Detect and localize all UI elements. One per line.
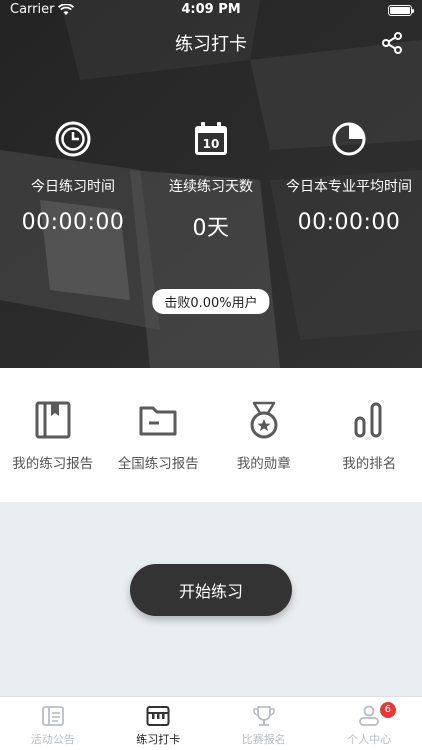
hero-banner: Carrier 4:09 PM 练习打卡 今日练习时间 00:00:00 10 … xyxy=(0,0,422,368)
clock-icon xyxy=(55,121,91,157)
status-bar: Carrier 4:09 PM xyxy=(0,0,422,22)
tab-announcements[interactable]: 活动公告 xyxy=(0,697,106,750)
stat-label: 今日本专业平均时间 xyxy=(286,179,412,195)
tab-label: 比赛报名 xyxy=(241,733,286,746)
user-icon xyxy=(359,705,380,726)
ranking-icon xyxy=(354,402,382,438)
beat-users-badge: 击败0.00%用户 xyxy=(152,289,270,314)
stat-today-time: 今日练习时间 00:00:00 xyxy=(4,120,142,242)
tab-practice-checkin[interactable]: 练习打卡 xyxy=(106,697,212,750)
trophy-icon xyxy=(252,706,275,726)
calendar-icon: 10 xyxy=(195,122,227,155)
book-icon xyxy=(35,401,71,439)
stat-label: 连续练习天数 xyxy=(169,179,253,195)
start-practice-button[interactable]: 开始练习 xyxy=(130,564,292,616)
notification-badge: 6 xyxy=(379,702,396,718)
menu-national-practice-report[interactable]: 全国练习报告 xyxy=(106,400,211,502)
main-content: 开始练习 xyxy=(0,502,422,696)
piano-icon xyxy=(146,706,170,726)
folder-icon xyxy=(139,406,177,436)
stat-value: 00:00:00 xyxy=(21,210,125,235)
medal-icon xyxy=(250,401,278,439)
status-time: 4:09 PM xyxy=(181,2,241,17)
menu-label: 全国练习报告 xyxy=(117,456,199,472)
feature-menu: 我的练习报告 全国练习报告 我的勋章 我的排名 xyxy=(0,368,422,502)
announcement-icon xyxy=(41,706,64,726)
page-title: 练习打卡 xyxy=(175,34,247,55)
stat-value: 00:00:00 xyxy=(297,210,401,235)
menu-label: 我的排名 xyxy=(342,456,397,472)
menu-my-ranking[interactable]: 我的排名 xyxy=(317,400,422,502)
tab-bar: 活动公告 练习打卡 比赛报名 6 个人中心 xyxy=(0,696,422,750)
menu-label: 我的勋章 xyxy=(236,456,291,472)
pie-chart-icon xyxy=(332,122,366,156)
share-icon[interactable] xyxy=(380,31,404,55)
tab-competition-signup[interactable]: 比赛报名 xyxy=(211,697,317,750)
tab-label: 练习打卡 xyxy=(136,733,181,746)
stat-consecutive-days: 10 连续练习天数 0天 xyxy=(142,120,280,242)
tab-label: 活动公告 xyxy=(30,733,75,746)
menu-label: 我的练习报告 xyxy=(12,456,94,472)
stat-value: 0天 xyxy=(192,216,230,241)
menu-my-practice-report[interactable]: 我的练习报告 xyxy=(0,400,105,502)
stat-major-average: 今日本专业平均时间 00:00:00 xyxy=(280,120,418,242)
calendar-day-number: 10 xyxy=(203,137,220,151)
tab-label: 个人中心 xyxy=(347,733,392,746)
practice-stats: 今日练习时间 00:00:00 10 连续练习天数 0天 今日本专业平均时间 0… xyxy=(0,120,422,242)
menu-my-medals[interactable]: 我的勋章 xyxy=(211,400,316,502)
stat-label: 今日练习时间 xyxy=(31,179,115,195)
tab-personal-center[interactable]: 6 个人中心 xyxy=(317,697,422,750)
battery-icon xyxy=(388,5,414,16)
